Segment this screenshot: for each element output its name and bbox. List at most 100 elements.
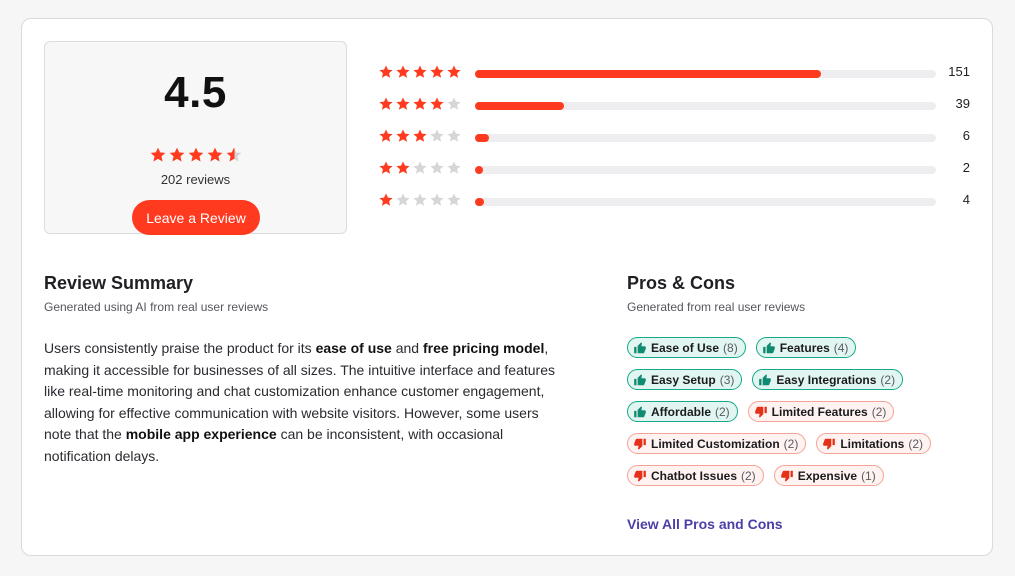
star-icon [429, 64, 445, 80]
star-empty-icon [429, 192, 445, 208]
review-count: 202 reviews [160, 172, 231, 187]
summary-highlight: free pricing model [422, 340, 545, 356]
distribution-row-4-star[interactable]: 39 [378, 96, 970, 128]
reviews-card: 4.5 202 reviews Leave a Review 151 39 6 2 4 … [21, 18, 993, 556]
distribution-bar-fill [475, 198, 485, 206]
star-icon [378, 160, 394, 176]
average-rating: 4.5 [164, 68, 227, 117]
star-icon [395, 160, 411, 176]
distribution-row-5-star[interactable]: 151 [378, 64, 970, 96]
tag-label: Affordable [651, 404, 711, 419]
distribution-bar-track [475, 102, 936, 110]
tag-count: (2) [783, 436, 799, 451]
pro-tag-easy-integrations[interactable]: Easy Integrations (2) [752, 369, 904, 390]
star-empty-icon [446, 128, 462, 144]
tag-label: Limited Features [771, 404, 868, 419]
tag-count: (1) [861, 468, 876, 483]
tag-row: Ease of Use (8) Features (4) [627, 337, 967, 358]
tag-label: Ease of Use [651, 340, 720, 355]
distribution-count: 39 [955, 96, 970, 111]
star-icon [187, 146, 205, 164]
star-icon [412, 128, 428, 144]
thumbs-down-icon [780, 469, 794, 483]
distribution-count: 2 [962, 160, 970, 175]
distribution-row-3-star[interactable]: 6 [378, 128, 970, 160]
star-icon [412, 64, 428, 80]
tag-label: Expensive [797, 468, 858, 483]
tag-row: Limited Customization (2) Limitations (2) [627, 433, 967, 454]
pros-cons-subtitle: Generated from real user reviews [627, 300, 806, 314]
pro-tag-features[interactable]: Features (4) [755, 337, 857, 358]
tag-count: (4) [833, 340, 849, 355]
tag-count: (8) [723, 340, 738, 355]
thumbs-up-icon [633, 405, 647, 419]
distribution-stars [378, 96, 462, 116]
distribution-count: 151 [948, 64, 970, 79]
tag-count: (3) [719, 372, 735, 387]
star-empty-icon [395, 192, 411, 208]
star-empty-icon [446, 192, 462, 208]
thumbs-up-icon [633, 341, 647, 355]
star-icon [395, 64, 411, 80]
con-tag-chatbot-issues[interactable]: Chatbot Issues (2) [627, 465, 764, 486]
star-empty-icon [429, 128, 445, 144]
distribution-count: 4 [962, 192, 970, 207]
summary-highlight: ease of use [315, 340, 392, 356]
leave-review-button[interactable]: Leave a Review [132, 200, 260, 235]
star-icon [378, 128, 394, 144]
thumbs-down-icon [822, 437, 836, 451]
thumbs-up-icon [762, 341, 776, 355]
distribution-bar-track [475, 134, 936, 142]
tag-count: (2) [871, 404, 887, 419]
tag-count: (2) [880, 372, 896, 387]
star-empty-icon [429, 160, 445, 176]
tag-label: Features [779, 340, 830, 355]
review-summary-text: Users consistently praise the product fo… [44, 338, 560, 467]
star-empty-icon [412, 192, 428, 208]
distribution-bar-fill [475, 102, 565, 110]
distribution-row-1-star[interactable]: 4 [378, 192, 970, 224]
thumbs-up-icon [633, 373, 647, 387]
tag-label: Chatbot Issues [651, 468, 738, 483]
distribution-stars [378, 128, 462, 148]
star-icon [168, 146, 186, 164]
star-icon [206, 146, 224, 164]
view-all-pros-cons-link[interactable]: View All Pros and Cons [627, 516, 783, 532]
distribution-stars [378, 64, 462, 84]
tag-label: Limited Customization [651, 436, 780, 451]
pros-cons-tags: Ease of Use (8) Features (4) Easy Setup (3) Ea… [627, 337, 967, 497]
thumbs-down-icon [633, 469, 647, 483]
distribution-bar-fill [475, 70, 821, 78]
tag-count: (2) [715, 404, 730, 419]
con-tag-limited-customization[interactable]: Limited Customization (2) [627, 433, 807, 454]
star-icon [446, 64, 462, 80]
tag-count: (2) [908, 436, 924, 451]
thumbs-down-icon [633, 437, 647, 451]
pro-tag-ease-of-use[interactable]: Ease of Use (8) [627, 337, 746, 358]
summary-highlight: mobile app experience [125, 426, 277, 442]
star-empty-icon [446, 96, 462, 112]
star-icon [378, 64, 394, 80]
con-tag-expensive[interactable]: Expensive (1) [773, 465, 884, 486]
tag-label: Limitations [840, 436, 905, 451]
pro-tag-affordable[interactable]: Affordable (2) [627, 401, 738, 422]
star-icon [149, 146, 167, 164]
tag-label: Easy Setup [651, 372, 716, 387]
rating-summary-box: 4.5 202 reviews Leave a Review [44, 41, 347, 235]
distribution-bar-track [475, 70, 936, 78]
con-tag-limited-features[interactable]: Limited Features (2) [747, 401, 895, 422]
thumbs-up-icon [758, 373, 772, 387]
summary-segment: Users consistently praise the product fo… [44, 340, 316, 356]
thumbs-down-icon [754, 405, 768, 419]
distribution-bar-fill [475, 134, 489, 142]
star-icon [395, 128, 411, 144]
average-rating-stars [45, 146, 346, 166]
pro-tag-easy-setup[interactable]: Easy Setup (3) [627, 369, 743, 390]
tag-row: Chatbot Issues (2) Expensive (1) [627, 465, 967, 486]
distribution-row-2-star[interactable]: 2 [378, 160, 970, 192]
rating-distribution: 151 39 6 2 4 [378, 64, 970, 224]
star-icon [429, 96, 445, 112]
star-icon [412, 96, 428, 112]
con-tag-limitations[interactable]: Limitations (2) [816, 433, 932, 454]
distribution-bar-fill [475, 166, 483, 174]
